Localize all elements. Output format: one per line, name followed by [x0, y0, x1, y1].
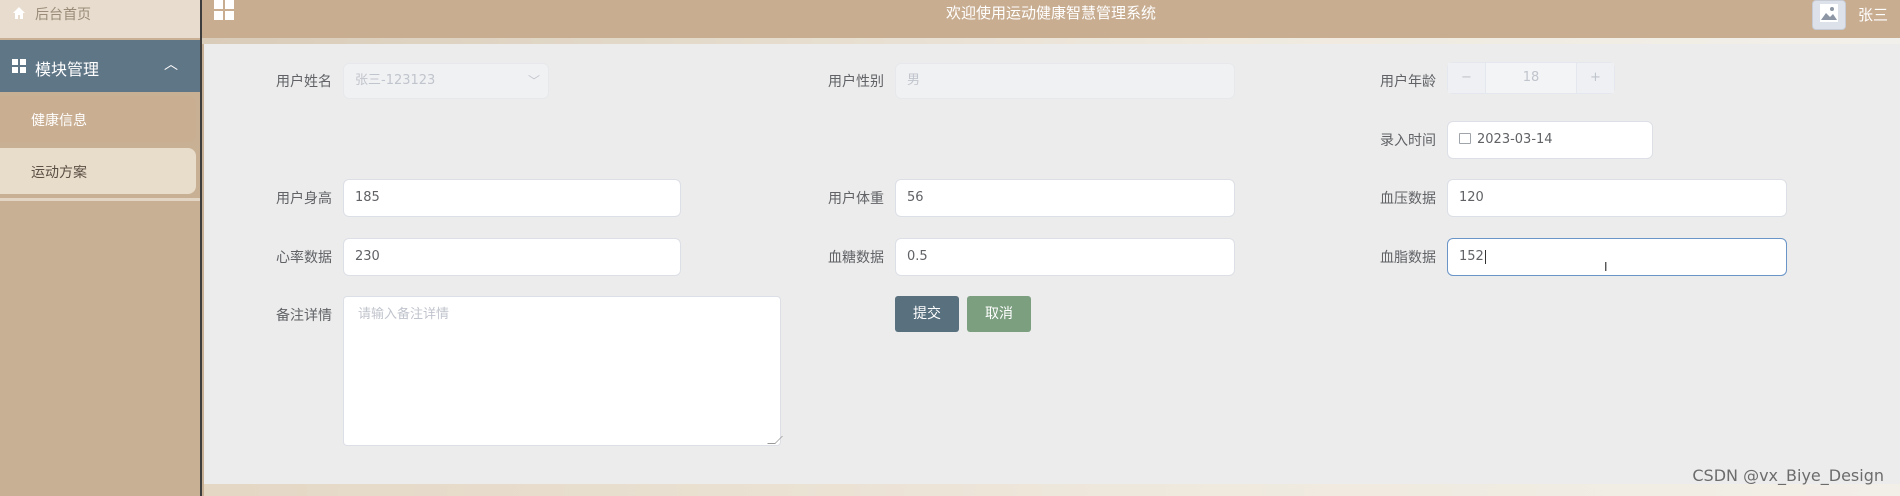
heart-rate-value: 230	[355, 249, 380, 264]
chevron-down-icon: ﹀	[527, 74, 540, 88]
user-age-label: 用户年龄	[1380, 74, 1436, 90]
username[interactable]: 张三	[1858, 4, 1888, 25]
weight-value: 56	[907, 190, 924, 205]
sidebar-item-health-info[interactable]: 健康信息	[0, 96, 196, 142]
user-name-label: 用户姓名	[276, 74, 332, 90]
text-caret	[1484, 249, 1486, 264]
blood-sugar-label: 血糖数据	[828, 250, 884, 266]
height-value: 185	[355, 190, 380, 205]
height-label: 用户身高	[276, 191, 332, 207]
calendar-icon	[1459, 133, 1471, 144]
sidebar-module-menu[interactable]: 模块管理 ︿	[0, 40, 200, 92]
blood-sugar-value: 0.5	[907, 249, 928, 264]
heart-rate-label: 心率数据	[276, 250, 332, 266]
sidebar-module-label: 模块管理	[35, 60, 100, 79]
sidebar: 后台首页 模块管理 ︿ 健康信息 运动方案	[0, 0, 202, 496]
sidebar-divider	[0, 198, 200, 201]
blood-lipid-value: 152	[1459, 249, 1484, 264]
heart-rate-input[interactable]: 230	[343, 238, 681, 276]
sidebar-item-home[interactable]: 后台首页	[0, 0, 200, 38]
minus-button: −	[1448, 63, 1486, 93]
sidebar-item-label: 健康信息	[31, 113, 87, 129]
weight-label: 用户体重	[828, 191, 884, 207]
blood-sugar-input[interactable]: 0.5	[895, 238, 1235, 276]
user-name-select: 张三-123123 ﹀	[343, 63, 549, 99]
sidebar-item-label: 运动方案	[31, 165, 87, 181]
blood-pressure-value: 120	[1459, 190, 1484, 205]
watermark: CSDN @vx_Biye_Design	[1692, 466, 1884, 485]
cancel-button[interactable]: 取消	[967, 296, 1031, 332]
entry-time-value: 2023-03-14	[1477, 132, 1553, 147]
blood-lipid-label: 血脂数据	[1380, 250, 1436, 266]
blood-pressure-input[interactable]: 120	[1447, 179, 1787, 217]
user-gender-value: 男	[907, 73, 921, 88]
remarks-textarea[interactable]: 请输入备注详情	[343, 296, 783, 446]
user-age-value: 18	[1522, 70, 1540, 85]
entry-time-picker[interactable]: 2023-03-14	[1447, 121, 1653, 159]
chevron-up-icon: ︿	[164, 57, 178, 73]
plus-button: +	[1576, 63, 1614, 93]
remarks-label: 备注详情	[276, 308, 332, 324]
resize-handle-icon[interactable]	[767, 436, 783, 444]
user-gender-field: 男	[895, 63, 1235, 99]
top-header: 欢迎使用运动健康智慧管理系统 张三	[202, 0, 1900, 40]
blood-lipid-input[interactable]: 152	[1447, 238, 1787, 276]
blood-pressure-label: 血压数据	[1380, 191, 1436, 207]
weight-input[interactable]: 56	[895, 179, 1235, 217]
image-icon	[1820, 4, 1838, 22]
main-content: 用户姓名 张三-123123 ﹀ 用户性别 男 用户年龄 − 18 + 录入时间…	[204, 44, 1900, 484]
remarks-placeholder: 请输入备注详情	[358, 307, 450, 322]
text-cursor-icon: I	[1604, 260, 1608, 274]
grid-icon	[12, 59, 26, 73]
user-age-stepper: − 18 +	[1447, 62, 1615, 94]
user-gender-label: 用户性别	[828, 74, 884, 90]
submit-button[interactable]: 提交	[895, 296, 959, 332]
sidebar-item-exercise-plan[interactable]: 运动方案	[0, 148, 196, 194]
footer-strip	[204, 484, 1900, 496]
page-title: 欢迎使用运动健康智慧管理系统	[945, 4, 1156, 22]
user-name-value: 张三-123123	[355, 73, 436, 88]
avatar[interactable]	[1812, 0, 1846, 30]
sidebar-home-label: 后台首页	[35, 7, 91, 23]
entry-time-label: 录入时间	[1380, 133, 1436, 149]
height-input[interactable]: 185	[343, 179, 681, 217]
home-icon	[12, 6, 26, 24]
